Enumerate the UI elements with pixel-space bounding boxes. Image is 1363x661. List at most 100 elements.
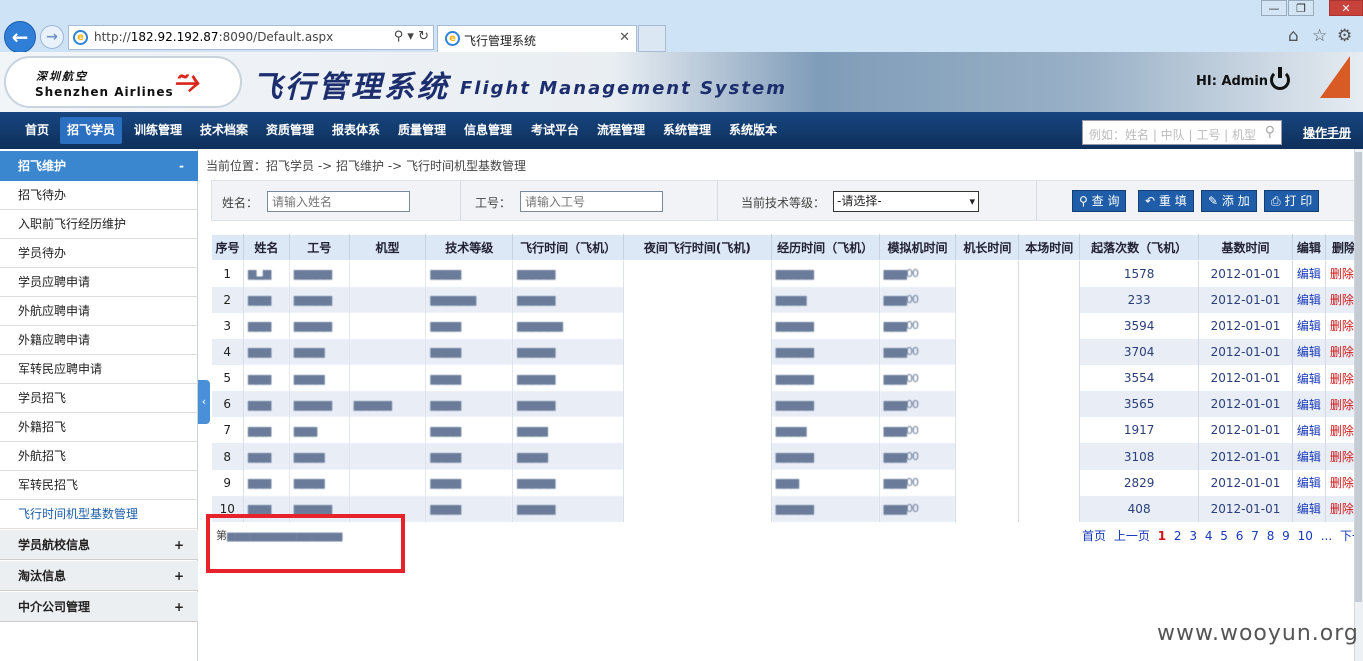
pager-page-9[interactable]: 9 xyxy=(1282,529,1290,543)
level-select[interactable]: -请选择- ▾ xyxy=(833,191,979,212)
cell-cap xyxy=(955,469,1020,496)
cell-id: ▆▆▆▆ xyxy=(289,338,350,366)
pager-first[interactable]: 首页 xyxy=(1082,529,1106,543)
cell-night xyxy=(623,417,772,444)
cell-edit[interactable]: 编辑 xyxy=(1292,286,1326,313)
pager-page-2[interactable]: 2 xyxy=(1174,529,1182,543)
airline-logo: 深圳航空 Shenzhen Airlines ⥲ xyxy=(4,56,242,108)
menu-item-tech-records[interactable]: 技术档案 xyxy=(193,112,255,149)
pager-page-1[interactable]: 1 xyxy=(1158,529,1166,543)
sidebar-item-military-recruit[interactable]: 军转民招飞 xyxy=(0,471,198,500)
expand-plus-icon[interactable]: + xyxy=(174,530,184,560)
menu-item-version[interactable]: 系统版本 xyxy=(722,112,784,149)
menu-item-exam[interactable]: 考试平台 xyxy=(524,112,586,149)
cell-local xyxy=(1018,495,1081,522)
menu-item-training[interactable]: 训练管理 xyxy=(127,112,189,149)
pager-page-8[interactable]: 8 xyxy=(1267,529,1275,543)
minimize-button[interactable]: — xyxy=(1261,0,1287,16)
menu-item-info[interactable]: 信息管理 xyxy=(457,112,519,149)
sidebar-item-flight-base-mgmt[interactable]: 飞行时间机型基数管理 xyxy=(0,500,198,529)
cell-night xyxy=(623,312,772,339)
tab-close-icon[interactable]: ✕ xyxy=(619,30,630,45)
sidebar-item-other-airline-recruit[interactable]: 外航招飞 xyxy=(0,442,198,471)
cell-edit[interactable]: 编辑 xyxy=(1292,260,1326,287)
expand-plus-icon[interactable]: + xyxy=(174,561,184,591)
forward-button[interactable]: → xyxy=(40,25,64,49)
id-input[interactable] xyxy=(520,191,663,212)
add-button[interactable]: ✎ 添 加 xyxy=(1201,190,1257,212)
address-url[interactable]: http://182.92.192.87:8090/Default.aspx xyxy=(94,30,333,44)
scrollbar-thumb[interactable] xyxy=(1355,152,1362,602)
cell-cap xyxy=(955,443,1020,470)
pager-page-3[interactable]: 3 xyxy=(1189,529,1197,543)
sidebar-collapse-handle[interactable]: ‹ xyxy=(198,380,210,424)
manual-link[interactable]: 操作手册 xyxy=(1303,124,1351,141)
sidebar-group-agency[interactable]: 中介公司管理 + xyxy=(0,592,198,622)
cell-landings: 408 xyxy=(1079,495,1200,522)
search-button[interactable]: ⚲ 查 询 xyxy=(1072,190,1127,212)
cell-level: ▆▆▆▆ xyxy=(425,495,514,522)
reset-button[interactable]: ↶ 重 填 xyxy=(1138,190,1194,212)
sidebar-item-student-recruit[interactable]: 学员招飞 xyxy=(0,384,198,413)
col-fly-time: 飞行时间（飞机） xyxy=(512,234,625,261)
sidebar-item-other-airline-apply[interactable]: 外航应聘申请 xyxy=(0,297,198,326)
pager-page-10[interactable]: 10 xyxy=(1298,529,1313,543)
cell-fly: ▆▆▆▆▆ xyxy=(512,469,625,496)
menu-item-reports[interactable]: 报表体系 xyxy=(325,112,387,149)
cell-edit[interactable]: 编辑 xyxy=(1292,469,1326,496)
menu-item-home[interactable]: 首页 xyxy=(18,112,56,149)
cell-edit[interactable]: 编辑 xyxy=(1292,495,1326,522)
browser-tab[interactable]: e 飞行管理系统 ✕ xyxy=(437,25,637,52)
pager-page-7[interactable]: 7 xyxy=(1251,529,1259,543)
back-button[interactable]: ← xyxy=(4,21,36,53)
favorites-star-icon[interactable]: ☆ xyxy=(1312,26,1327,46)
cell-edit[interactable]: 编辑 xyxy=(1292,365,1326,392)
cell-edit[interactable]: 编辑 xyxy=(1292,443,1326,470)
sidebar-item-student-apply[interactable]: 学员应聘申请 xyxy=(0,268,198,297)
name-input[interactable] xyxy=(267,191,410,212)
home-icon[interactable]: ⌂ xyxy=(1288,26,1299,46)
menu-item-workflow[interactable]: 流程管理 xyxy=(590,112,652,149)
cell-no: 6 xyxy=(211,391,244,418)
sidebar-item-foreign-apply[interactable]: 外籍应聘申请 xyxy=(0,326,198,355)
chevron-down-icon[interactable]: ▾ xyxy=(969,192,975,211)
menu-item-qualification[interactable]: 资质管理 xyxy=(259,112,321,149)
sidebar-item-foreign-recruit[interactable]: 外籍招飞 xyxy=(0,413,198,442)
sidebar-group-recruit-maint[interactable]: 招飞维护 - xyxy=(0,151,198,181)
collapse-minus-icon[interactable]: - xyxy=(179,151,184,181)
cell-base: 2012-01-01 xyxy=(1198,365,1293,392)
sidebar-group-school-info[interactable]: 学员航校信息 + xyxy=(0,530,198,560)
cell-edit[interactable]: 编辑 xyxy=(1292,338,1326,366)
window-close-button[interactable]: ✕ xyxy=(1329,0,1363,16)
watermark: www.wooyun.org xyxy=(1157,621,1359,646)
address-tools-icon[interactable]: ⚲ ▾ ↻ xyxy=(394,29,429,44)
pager-ellipsis[interactable]: ... xyxy=(1321,529,1332,543)
sidebar-item-recruit-todo[interactable]: 招飞待办 xyxy=(0,181,198,210)
search-icon[interactable]: ⚲ xyxy=(1265,124,1275,140)
menu-item-quality[interactable]: 质量管理 xyxy=(391,112,453,149)
menu-item-system[interactable]: 系统管理 xyxy=(656,112,718,149)
address-bar[interactable]: e http://182.92.192.87:8090/Default.aspx… xyxy=(68,25,434,50)
sidebar-item-military-apply[interactable]: 军转民应聘申请 xyxy=(0,355,198,384)
cell-edit[interactable]: 编辑 xyxy=(1292,391,1326,418)
cell-sim: ▆▆▆00 xyxy=(879,495,957,522)
menu-search-input[interactable]: 例如：姓名 | 中队 | 工号 | 机型 ⚲ xyxy=(1082,120,1282,145)
sidebar-group-elimination[interactable]: 淘汰信息 + xyxy=(0,561,198,591)
cell-fly: ▆▆▆▆ xyxy=(512,443,625,470)
cell-fly: ▆▆▆▆▆ xyxy=(512,365,625,392)
menu-item-recruits[interactable]: 招飞学员 xyxy=(60,117,123,144)
sidebar-item-pre-hire-experience[interactable]: 入职前飞行经历维护 xyxy=(0,210,198,239)
sidebar-item-student-todo[interactable]: 学员待办 xyxy=(0,239,198,268)
cell-edit[interactable]: 编辑 xyxy=(1292,312,1326,339)
pager-prev[interactable]: 上一页 xyxy=(1114,529,1150,543)
expand-plus-icon[interactable]: + xyxy=(174,592,184,622)
pager-page-4[interactable]: 4 xyxy=(1205,529,1213,543)
pager-page-5[interactable]: 5 xyxy=(1220,529,1228,543)
pager-page-6[interactable]: 6 xyxy=(1236,529,1244,543)
new-tab-button[interactable] xyxy=(638,25,666,52)
print-button[interactable]: ⎙ 打 印 xyxy=(1264,190,1320,212)
settings-gear-icon[interactable]: ⚙ xyxy=(1337,26,1352,46)
restore-button[interactable]: ❐ xyxy=(1288,0,1314,16)
cell-name: ▆▆▆ xyxy=(243,286,290,313)
cell-edit[interactable]: 编辑 xyxy=(1292,417,1326,444)
